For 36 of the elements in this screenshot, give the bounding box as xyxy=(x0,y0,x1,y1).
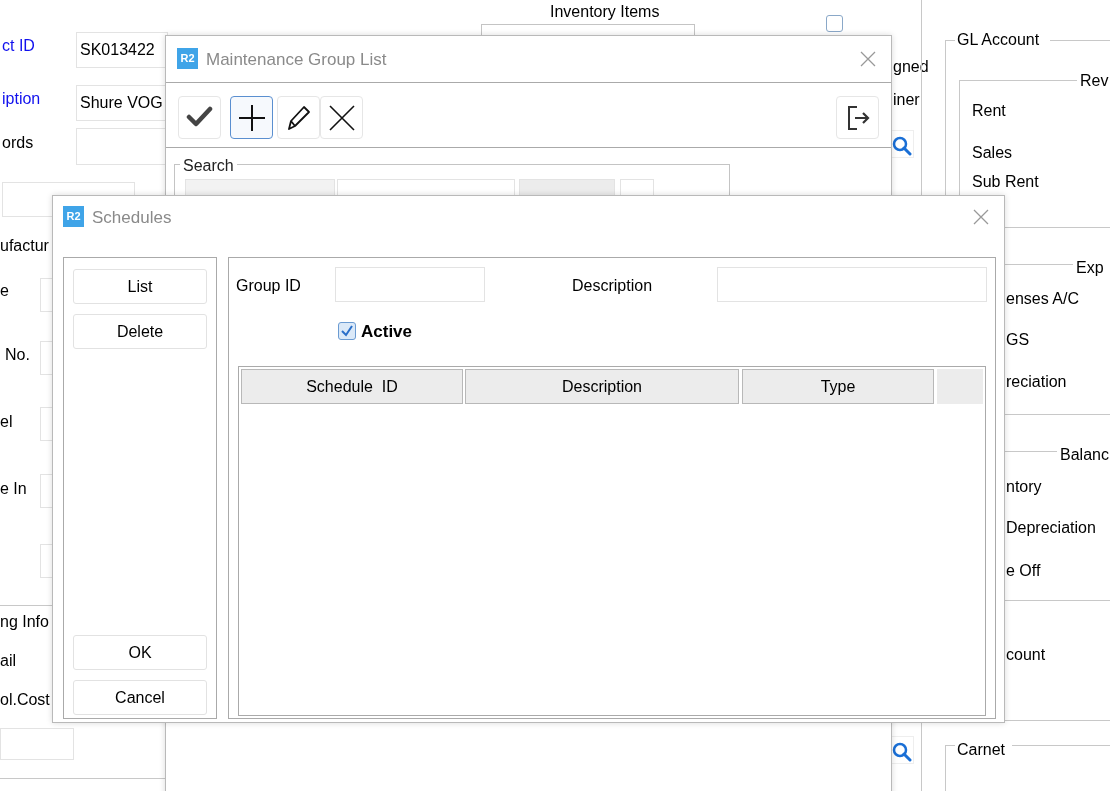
field-label: e xyxy=(0,281,9,301)
group-legend: Rev xyxy=(1080,71,1109,91)
field-label: ntory xyxy=(1006,477,1042,497)
group-legend: Exp xyxy=(1076,258,1104,278)
group-legend: Balanc xyxy=(1060,445,1109,465)
field-label: ords xyxy=(2,133,34,153)
field-label: e In xyxy=(0,479,27,499)
field-label: ct ID xyxy=(2,36,35,56)
field-label: Group ID xyxy=(236,276,301,296)
field-label: ol.Cost xyxy=(0,690,50,710)
group-legend: GL Account xyxy=(957,30,1040,50)
app-logo: R2 xyxy=(63,206,84,227)
field-label: iption xyxy=(2,89,41,109)
field-label: ail xyxy=(0,651,16,671)
field-label: count xyxy=(1006,645,1046,665)
field-label: enses A/C xyxy=(1006,289,1079,309)
field-label: ufactur xyxy=(0,236,49,256)
window-title: Schedules xyxy=(92,207,172,229)
field-label: Description xyxy=(572,276,653,296)
field-label: gned xyxy=(893,57,929,77)
section-title: Inventory Items xyxy=(550,2,660,22)
group-legend: Carnet xyxy=(957,740,1006,760)
field-label: GS xyxy=(1006,330,1030,350)
field-label: reciation xyxy=(1006,372,1067,392)
checkbox-label: Active xyxy=(361,322,413,342)
field-label: iner xyxy=(893,90,920,110)
field-label: el xyxy=(0,412,13,432)
app-logo: R2 xyxy=(177,48,198,69)
field-label: Rent xyxy=(972,101,1006,121)
window-title: Maintenance Group List xyxy=(206,49,387,71)
field-label: Sub Rent xyxy=(972,172,1039,192)
field-label: ng Info xyxy=(0,612,49,632)
field-label: e Off xyxy=(1006,561,1041,581)
field-label: Sales xyxy=(972,143,1013,163)
field-label: Depreciation xyxy=(1006,518,1096,538)
field-label: No. xyxy=(5,345,30,365)
